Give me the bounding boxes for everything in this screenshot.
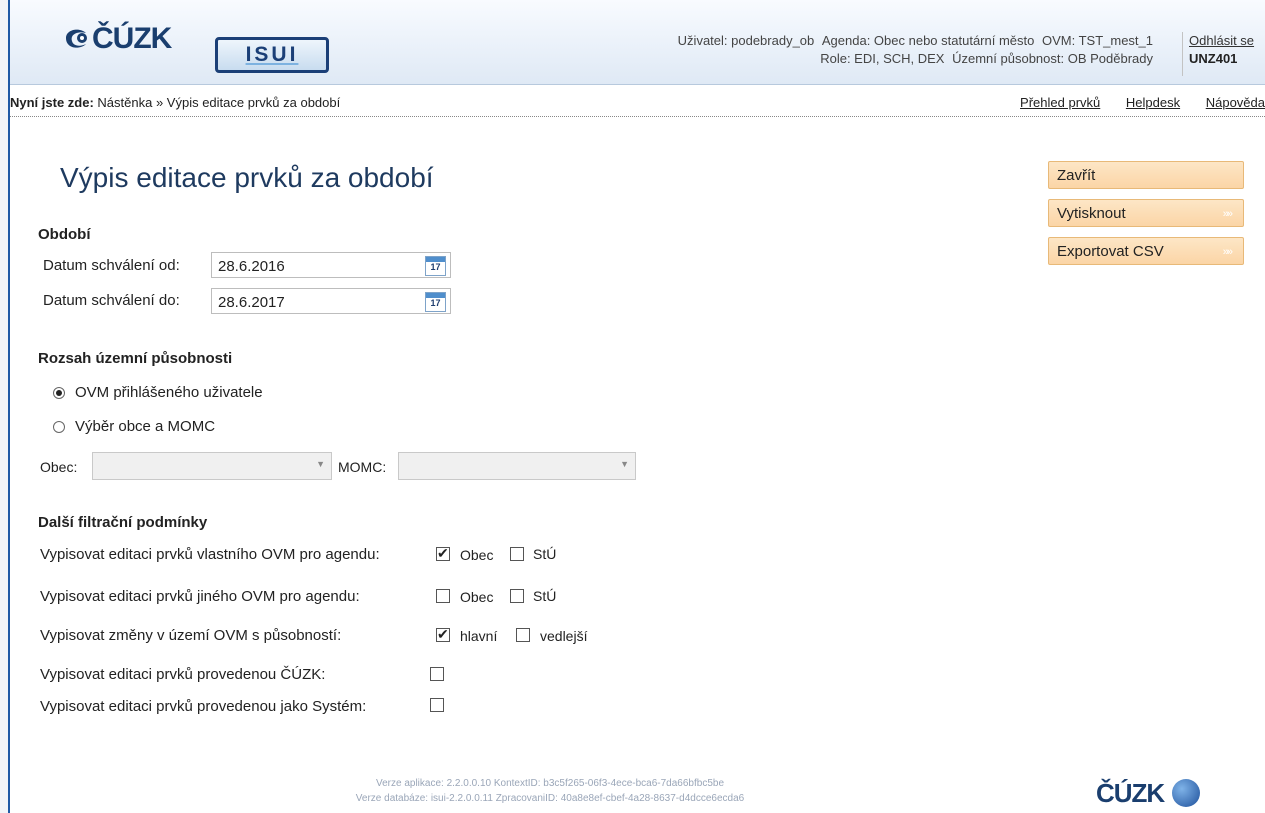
checkbox-own-obec[interactable]	[436, 544, 450, 562]
footer-app-version: Verze aplikace: 2.2.0.0.10 KontextID: b3…	[375, 778, 725, 789]
logout-link[interactable]: Odhlásit se	[1189, 33, 1254, 48]
checkbox-other-stu-label: StÚ	[533, 588, 557, 604]
checkbox-other-obec-label: Obec	[460, 589, 494, 605]
checkbox-main-label: hlavní	[460, 628, 498, 644]
user-name: Uživatel: podebrady_ob	[677, 33, 815, 48]
chevron-down-icon: ▼	[316, 459, 325, 469]
link-helpdesk[interactable]: Helpdesk	[1126, 95, 1180, 110]
checkbox-other-stu[interactable]	[510, 589, 524, 603]
print-button[interactable]: Vytisknout »»	[1048, 199, 1244, 227]
app-header: ČÚZK ISUI Uživatel: podebrady_ob Agenda:…	[10, 0, 1265, 85]
period-heading: Období	[38, 226, 91, 243]
footer-logo: ČÚZK	[1096, 778, 1201, 809]
calendar-icon-day: 17	[430, 298, 441, 308]
filter-system-label: Vypisovat editaci prvků provedenou jako …	[40, 698, 367, 715]
page-title: Výpis editace prvků za období	[60, 162, 434, 193]
date-from-label: Datum schválení od:	[43, 257, 180, 274]
calendar-icon-day: 17	[430, 262, 441, 272]
checkbox-main[interactable]	[436, 625, 450, 643]
print-button-label: Vytisknout	[1057, 205, 1126, 222]
isui-badge-text: ISUI	[245, 43, 299, 66]
link-help[interactable]: Nápověda	[1206, 95, 1265, 110]
scope-heading: Rozsah územní působnosti	[38, 350, 233, 367]
export-csv-button[interactable]: Exportovat CSV »»	[1048, 237, 1244, 265]
date-from-input[interactable]: 28.6.2016 17	[211, 252, 451, 278]
date-to-label: Datum schválení do:	[43, 292, 180, 309]
filter-own-ovm-label: Vypisovat editaci prvků vlastního OVM pr…	[40, 546, 380, 563]
date-from-value: 28.6.2016	[218, 258, 285, 275]
filters-heading: Další filtrační podmínky	[38, 514, 208, 531]
obec-select[interactable]: ▼	[92, 452, 332, 480]
user-code: UNZ401	[1189, 51, 1238, 66]
breadcrumb-prefix: Nyní jste zde:	[10, 95, 94, 110]
user-info-line2: Role: EDI, SCH, DEX Územní působnost: OB…	[674, 50, 1153, 68]
isui-badge[interactable]: ISUI	[215, 37, 329, 73]
breadcrumb-trail: Nástěnka » Výpis editace prvků za období	[97, 95, 341, 110]
filter-cuzk-label: Vypisovat editaci prvků provedenou ČÚZK:	[40, 666, 326, 683]
checkbox-own-obec-label: Obec	[460, 547, 494, 563]
arrow-right-icon: »»	[1222, 208, 1233, 220]
checkbox-own-stu-label: StÚ	[533, 546, 557, 562]
date-to-value: 28.6.2017	[218, 294, 285, 311]
footer-db-version: Verze databáze: isui-2.2.0.0.11 Zpracova…	[355, 793, 745, 804]
chevron-down-icon: ▼	[620, 459, 629, 469]
momc-select[interactable]: ▼	[398, 452, 636, 480]
filter-territory-changes-label: Vypisovat změny v území OVM s působností…	[40, 627, 342, 644]
checkbox-secondary[interactable]	[516, 628, 530, 642]
date-to-input[interactable]: 28.6.2017 17	[211, 288, 451, 314]
close-button[interactable]: Zavřít	[1048, 161, 1244, 189]
export-csv-button-label: Exportovat CSV	[1057, 243, 1164, 260]
checkbox-cuzk[interactable]	[430, 667, 444, 681]
user-info-line1: Uživatel: podebrady_ob Agenda: Obec nebo…	[674, 32, 1153, 50]
footer-logo-text: ČÚZK	[1096, 778, 1165, 808]
momc-label: MOMC:	[338, 459, 387, 475]
radio-select-obec-label: Výběr obce a MOMC	[75, 418, 216, 435]
calendar-icon[interactable]: 17	[425, 256, 446, 276]
breadcrumb: Nyní jste zde: Nástěnka » Výpis editace …	[10, 88, 1265, 117]
checkbox-own-stu[interactable]	[510, 547, 524, 561]
radio-ovm-user[interactable]	[53, 387, 65, 399]
globe-icon	[1172, 779, 1201, 807]
obec-label: Obec:	[40, 459, 78, 475]
radio-select-obec[interactable]	[53, 421, 65, 433]
arrow-right-icon: »»	[1222, 246, 1233, 258]
cuzk-logo-text: ČÚZK	[92, 22, 172, 55]
globe-swirl-icon	[62, 25, 92, 51]
filter-other-ovm-label: Vypisovat editaci prvků jiného OVM pro a…	[40, 588, 360, 605]
radio-ovm-user-label: OVM přihlášeného uživatele	[75, 384, 263, 401]
link-element-overview[interactable]: Přehled prvků	[1020, 95, 1100, 110]
user-territory: Územní působnost: OB Poděbrady	[952, 51, 1153, 66]
user-info: Uživatel: podebrady_ob Agenda: Obec nebo…	[674, 32, 1153, 68]
user-ovm: OVM: TST_mest_1	[1041, 33, 1153, 48]
checkbox-system[interactable]	[430, 698, 444, 712]
cuzk-logo[interactable]: ČÚZK	[62, 22, 172, 56]
close-button-label: Zavřít	[1057, 167, 1096, 184]
left-frame-bar	[0, 0, 10, 813]
logout-box: Odhlásit se UNZ401	[1182, 32, 1265, 76]
calendar-icon[interactable]: 17	[425, 292, 446, 312]
breadcrumb-path: Nyní jste zde: Nástěnka » Výpis editace …	[10, 95, 340, 110]
user-role: Role: EDI, SCH, DEX	[820, 51, 945, 66]
user-agenda: Agenda: Obec nebo statutární město	[821, 33, 1035, 48]
checkbox-secondary-label: vedlejší	[540, 628, 588, 644]
checkbox-other-obec[interactable]	[436, 589, 450, 603]
top-links: Přehled prvků Helpdesk Nápověda	[998, 95, 1265, 110]
